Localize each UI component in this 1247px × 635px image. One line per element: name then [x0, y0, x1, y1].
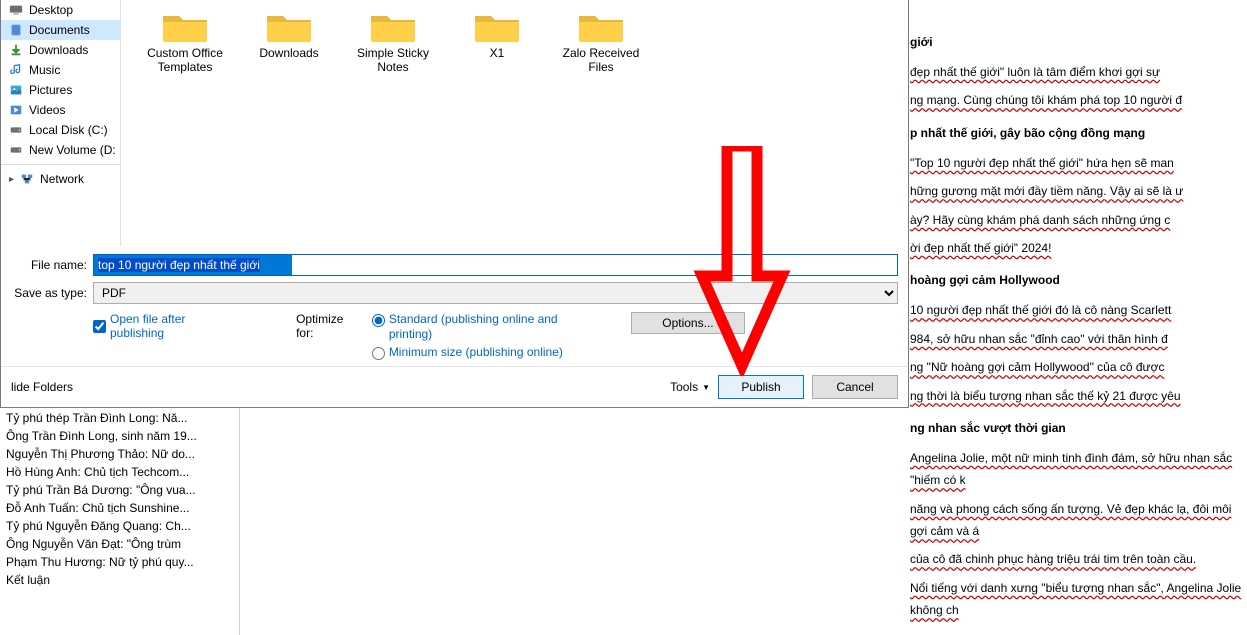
optimize-standard-input[interactable]: [372, 314, 385, 327]
videos-icon: [9, 103, 23, 117]
sidebar-item-desktop[interactable]: Desktop: [1, 0, 120, 20]
folder-icon: [265, 8, 313, 44]
sidebar-item-network[interactable]: ▸ Network: [1, 169, 120, 189]
doc-line: hững gương mặt mới đầy tiềm năng. Vậy ai…: [910, 179, 1247, 201]
doc-line: ày? Hãy cùng khám phá danh sách những ứn…: [910, 208, 1247, 230]
sidebar-item-local-c[interactable]: Local Disk (C:): [1, 120, 120, 140]
dialog-button-bar: lide Folders Tools ▼ Publish Cancel: [1, 366, 908, 407]
doc-heading: hoàng gợi cảm Hollywood: [910, 268, 1247, 292]
file-name-label: File name:: [7, 258, 87, 272]
nav-item[interactable]: Hồ Hùng Anh: Chủ tịch Techcom...: [0, 463, 239, 481]
doc-line: sắc đẹp phương Tây mà còn lan tỏa sức ản…: [910, 627, 1247, 632]
drive-icon: [9, 123, 23, 137]
save-type-label: Save as type:: [7, 286, 87, 300]
folder-tile[interactable]: Zalo Received Files: [549, 8, 653, 238]
nav-item[interactable]: Kết luận: [0, 571, 239, 589]
doc-line: "Top 10 người đẹp nhất thế giới" hứa hẹn…: [910, 151, 1247, 173]
dialog-form: File name: Save as type: PDF Open file a…: [1, 246, 908, 366]
doc-heading: ng nhan sắc vượt thời gian: [910, 416, 1247, 440]
nav-item[interactable]: Nguyễn Thị Phương Thảo: Nữ do...: [0, 445, 239, 463]
document-body: giới đẹp nhất thế giới" luôn là tâm điểm…: [900, 0, 1247, 632]
publish-button[interactable]: Publish: [718, 375, 804, 399]
optimize-minimum-input[interactable]: [372, 347, 385, 360]
documents-icon: [9, 23, 23, 37]
nav-item[interactable]: Đỗ Anh Tuấn: Chủ tịch Sunshine...: [0, 499, 239, 517]
folder-icon: [473, 8, 521, 44]
optimize-for-label: Optimize for:: [296, 312, 364, 340]
doc-line: Nổi tiếng với danh xưng "biểu tượng nhan…: [910, 576, 1247, 621]
sidebar-item-pictures[interactable]: Pictures: [1, 80, 120, 100]
file-name-input[interactable]: [93, 254, 898, 276]
sidebar-item-downloads[interactable]: Downloads: [1, 40, 120, 60]
nav-item[interactable]: Ông Trần Đình Long, sinh năm 19...: [0, 427, 239, 445]
nav-item[interactable]: Tỷ phú Trần Bá Dương: "Ông vua...: [0, 481, 239, 499]
folder-icon: [577, 8, 625, 44]
doc-line: của cô đã chinh phục hàng triệu trái tim…: [910, 547, 1247, 569]
doc-line: 984, sở hữu nhan sắc "đỉnh cao" với thân…: [910, 327, 1247, 349]
folder-name: Custom Office Templates: [133, 46, 237, 75]
doc-line: năng và phong cách sống ấn tượng. Vẻ đẹp…: [910, 497, 1247, 542]
doc-line: ng thời là biểu tượng nhan sắc thế kỷ 21…: [910, 384, 1247, 406]
tools-dropdown[interactable]: Tools ▼: [670, 380, 710, 394]
expand-icon[interactable]: ▸: [9, 174, 14, 185]
folder-icon: [369, 8, 417, 44]
hide-folders-link[interactable]: lide Folders: [11, 380, 73, 394]
folder-name: Downloads: [259, 46, 318, 60]
file-list[interactable]: Custom Office Templates Downloads Simple…: [121, 0, 908, 246]
desktop-icon: [9, 3, 23, 17]
folder-tile[interactable]: Simple Sticky Notes: [341, 8, 445, 238]
doc-heading: p nhất thế giới, gây bão cộng đồng mạng: [910, 121, 1247, 145]
folder-name: Simple Sticky Notes: [341, 46, 445, 75]
optimize-standard-radio[interactable]: Standard (publishing online and printing…: [372, 312, 603, 341]
nav-item[interactable]: Ông Nguyễn Văn Đạt: "Ông trùm: [0, 535, 239, 553]
doc-title: giới: [910, 30, 1247, 54]
drive-icon: [9, 143, 23, 157]
doc-line: ời đẹp nhất thế giới" 2024!: [910, 236, 1247, 258]
open-after-publish-input[interactable]: [93, 320, 106, 333]
doc-line: đẹp nhất thế giới" luôn là tâm điểm khơi…: [910, 60, 1247, 82]
navigation-pane: Tỷ phú thép Trần Đình Long: Nă... Ông Tr…: [0, 405, 240, 635]
nav-item[interactable]: Phạm Thu Hương: Nữ tỷ phú quy...: [0, 553, 239, 571]
folder-tile[interactable]: X1: [445, 8, 549, 238]
music-icon: [9, 63, 23, 77]
open-after-publish-checkbox[interactable]: Open file after publishing: [93, 312, 242, 340]
doc-line: Angelina Jolie, một nữ minh tinh đình đá…: [910, 446, 1247, 491]
doc-line: ng mạng. Cùng chúng tôi khám phá top 10 …: [910, 88, 1247, 110]
cancel-button[interactable]: Cancel: [812, 375, 898, 399]
folder-name: Zalo Received Files: [549, 46, 653, 75]
sidebar-item-documents[interactable]: Documents: [1, 20, 120, 40]
sidebar-separator: [1, 164, 120, 165]
options-button[interactable]: Options...: [631, 312, 744, 334]
optimize-minimum-radio[interactable]: Minimum size (publishing online): [372, 345, 603, 360]
sidebar-item-music[interactable]: Music: [1, 60, 120, 80]
dialog-sidebar: Desktop Documents Downloads Music: [1, 0, 121, 246]
nav-item[interactable]: Tỷ phú thép Trần Đình Long: Nă...: [0, 409, 239, 427]
sidebar-item-videos[interactable]: Videos: [1, 100, 120, 120]
pictures-icon: [9, 83, 23, 97]
network-icon: [20, 172, 34, 186]
folder-icon: [161, 8, 209, 44]
doc-line: 10 người đẹp nhất thế giới đó là cô nàng…: [910, 298, 1247, 320]
nav-item[interactable]: Tỷ phú Nguyễn Đăng Quang: Ch...: [0, 517, 239, 535]
doc-line: ng "Nữ hoàng gợi cảm Hollywood" của cô đ…: [910, 355, 1247, 377]
folder-name: X1: [490, 46, 505, 60]
chevron-down-icon: ▼: [702, 383, 710, 392]
sidebar-item-new-volume-d[interactable]: New Volume (D:: [1, 140, 120, 160]
downloads-icon: [9, 43, 23, 57]
folder-tile[interactable]: Custom Office Templates: [133, 8, 237, 238]
save-type-select[interactable]: PDF: [93, 282, 898, 304]
folder-tile[interactable]: Downloads: [237, 8, 341, 238]
save-as-dialog: Desktop Documents Downloads Music: [0, 0, 909, 408]
